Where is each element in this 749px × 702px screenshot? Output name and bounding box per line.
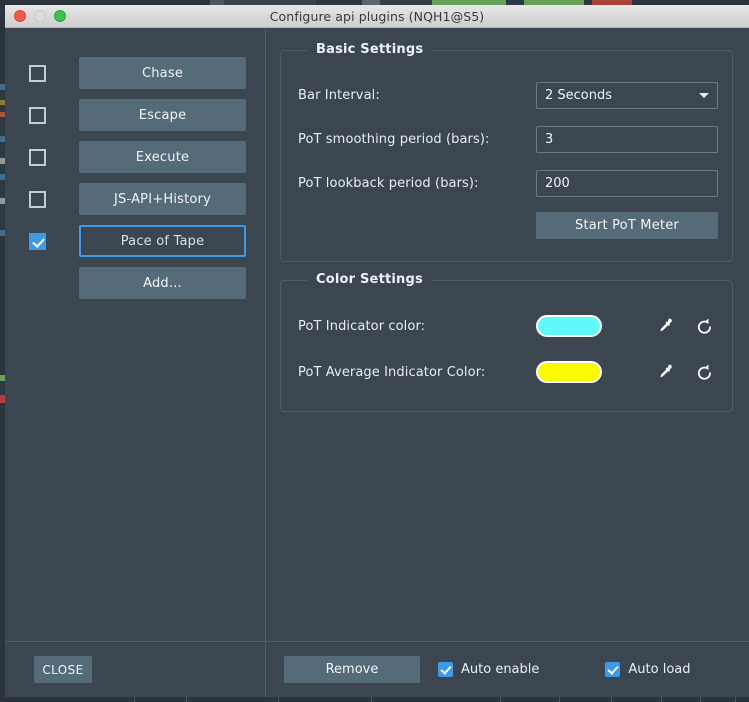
auto-load-row[interactable]: Auto load (605, 662, 690, 677)
zoom-window-button[interactable] (54, 10, 66, 22)
lookback-period-label: PoT lookback period (bars): (298, 176, 536, 191)
smoothing-period-row: PoT smoothing period (bars): 3 (298, 117, 715, 161)
plugin-list: Chase Escape Execute JS-API+History Pace (5, 28, 265, 641)
remove-button[interactable]: Remove (284, 656, 420, 683)
start-pot-meter-button[interactable]: Start PoT Meter (536, 212, 718, 239)
pot-indicator-reset-icon[interactable] (694, 313, 715, 339)
lookback-period-control: 200 (536, 170, 718, 197)
start-pot-row: Start PoT Meter (298, 205, 715, 245)
basic-settings-group: Basic Settings Bar Interval: 2 Seconds P… (280, 50, 733, 262)
settings-area: Basic Settings Bar Interval: 2 Seconds P… (266, 28, 749, 641)
plugin-checkbox-js-api-history[interactable] (29, 191, 46, 208)
settings-column: Basic Settings Bar Interval: 2 Seconds P… (266, 28, 749, 697)
plugin-row-js-api-history: JS-API+History (29, 178, 246, 220)
pot-average-color-swatch[interactable] (536, 361, 602, 383)
pot-average-reset-icon[interactable] (694, 359, 715, 385)
auto-enable-checkbox[interactable] (438, 662, 453, 677)
color-settings-group: Color Settings PoT Indicator color: (280, 280, 733, 412)
bar-interval-row: Bar Interval: 2 Seconds (298, 73, 715, 117)
plugin-row-escape: Escape (29, 94, 246, 136)
auto-load-label: Auto load (628, 662, 690, 677)
lookback-period-row: PoT lookback period (bars): 200 (298, 161, 715, 205)
plugin-checkbox-chase[interactable] (29, 65, 46, 82)
auto-load-checkbox[interactable] (605, 662, 620, 677)
window-controls (14, 10, 66, 22)
plugin-row-chase: Chase (29, 52, 246, 94)
smoothing-period-control: 3 (536, 126, 718, 153)
close-bar: CLOSE (5, 641, 265, 697)
plugin-row-execute: Execute (29, 136, 246, 178)
bar-interval-value: 2 Seconds (545, 88, 612, 103)
auto-enable-row[interactable]: Auto enable (438, 662, 539, 677)
close-window-button[interactable] (14, 10, 26, 22)
plugin-checkbox-escape[interactable] (29, 107, 46, 124)
window-titlebar: Configure api plugins (NQH1@S5) (5, 5, 749, 28)
minimize-window-button[interactable] (34, 10, 46, 22)
pot-indicator-color-swatch[interactable] (536, 315, 602, 337)
pot-average-color-label: PoT Average Indicator Color: (298, 365, 536, 380)
chevron-down-icon (699, 93, 709, 98)
plugin-button-pace-of-tape[interactable]: Pace of Tape (79, 225, 246, 257)
dialog-bottom-bar: Remove Auto enable Auto load (266, 641, 749, 697)
start-pot-control: Start PoT Meter (536, 212, 718, 239)
plugin-button-js-api-history[interactable]: JS-API+History (79, 183, 246, 215)
window-title: Configure api plugins (NQH1@S5) (5, 9, 749, 24)
close-button[interactable]: CLOSE (34, 656, 92, 683)
smoothing-period-input[interactable]: 3 (536, 126, 718, 153)
dialog-body: Chase Escape Execute JS-API+History Pace (5, 28, 749, 697)
pot-indicator-eyedropper-icon[interactable] (654, 313, 675, 339)
smoothing-period-label: PoT smoothing period (bars): (298, 132, 536, 147)
add-plugin-row: Add... (29, 262, 246, 304)
pot-average-eyedropper-icon[interactable] (654, 359, 675, 385)
bar-interval-select[interactable]: 2 Seconds (536, 82, 718, 109)
pot-indicator-color-label: PoT Indicator color: (298, 319, 536, 334)
color-settings-title: Color Settings (307, 272, 432, 287)
configure-plugins-dialog: Configure api plugins (NQH1@S5) Chase Es… (5, 5, 749, 697)
plugin-checkbox-execute[interactable] (29, 149, 46, 166)
plugin-button-escape[interactable]: Escape (79, 99, 246, 131)
basic-settings-title: Basic Settings (307, 42, 432, 57)
plugin-row-pace-of-tape: Pace of Tape (29, 220, 246, 262)
bar-interval-label: Bar Interval: (298, 88, 536, 103)
add-plugin-button[interactable]: Add... (79, 267, 246, 299)
auto-enable-label: Auto enable (461, 662, 539, 677)
bar-interval-control: 2 Seconds (536, 82, 718, 109)
lookback-period-input[interactable]: 200 (536, 170, 718, 197)
plugin-checkbox-pace-of-tape[interactable] (29, 233, 46, 250)
pot-indicator-color-row: PoT Indicator color: (298, 303, 715, 349)
pot-average-color-row: PoT Average Indicator Color: (298, 349, 715, 395)
plugin-button-chase[interactable]: Chase (79, 57, 246, 89)
plugin-button-execute[interactable]: Execute (79, 141, 246, 173)
plugin-sidebar: Chase Escape Execute JS-API+History Pace (5, 28, 266, 697)
